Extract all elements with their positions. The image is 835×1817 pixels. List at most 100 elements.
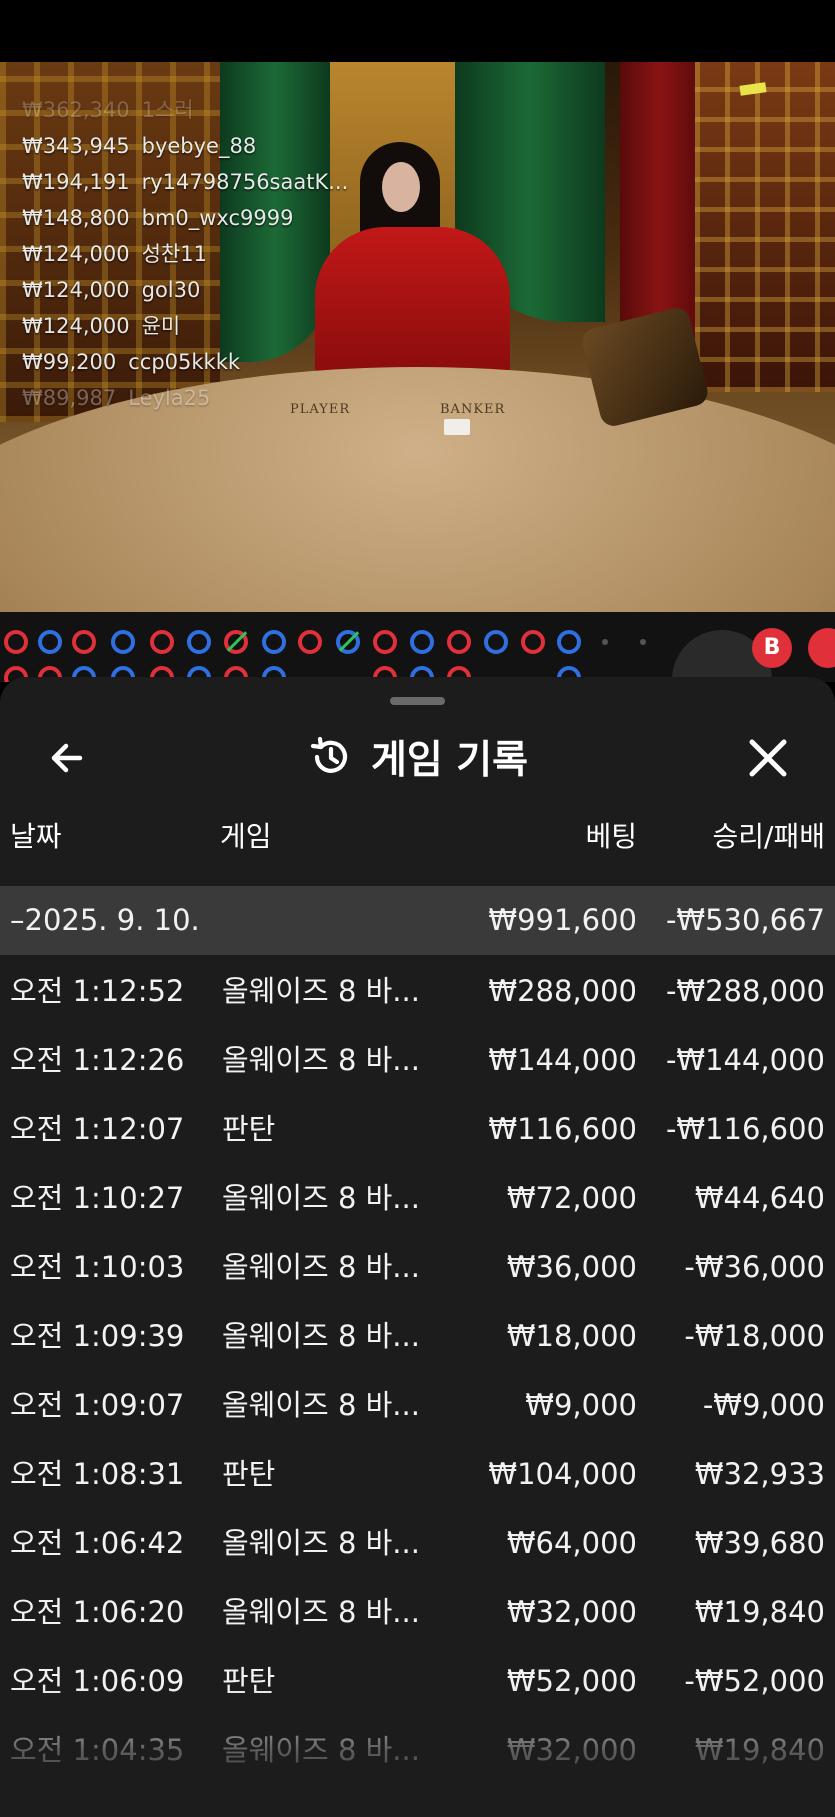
row-bet: ₩144,000: [488, 1043, 637, 1077]
row-result: ₩19,840: [694, 1733, 825, 1767]
column-header-result[interactable]: 승리/패배: [713, 815, 825, 855]
row-result: -₩9,000: [702, 1388, 825, 1422]
leaderboard-row: ₩362,340 1스러: [22, 92, 362, 128]
live-video: PLAYER BANKER ₩362,340 1스러 ₩343,945 byebye…: [0, 62, 835, 612]
leaderboard-row: ₩99,200 ccp05kkkk: [22, 344, 362, 380]
close-icon: [749, 739, 787, 777]
leaderboard-player: bm0_wxc9999: [141, 206, 294, 230]
bead-banker: [4, 630, 28, 654]
leaderboard-amount: ₩362,340: [22, 98, 130, 122]
row-time: 오전 1:04:35: [10, 1733, 185, 1767]
row-result: -₩36,000: [684, 1250, 825, 1284]
table-row[interactable]: 오전 1:09:07 올웨이즈 8 바... ₩9,000 -₩9,000: [0, 1371, 835, 1440]
row-game: 올웨이즈 8 바...: [222, 974, 420, 1008]
table-row[interactable]: 오전 1:09:39 올웨이즈 8 바... ₩18,000 -₩18,000: [0, 1302, 835, 1371]
date-summary-row[interactable]: –2025. 9. 10. ₩991,600 -₩530,667: [0, 886, 835, 955]
row-result: -₩144,000: [665, 1043, 825, 1077]
bead-player: [557, 630, 581, 654]
leaderboard-player: 성찬11: [141, 242, 207, 266]
history-icon: [310, 736, 348, 773]
table-row[interactable]: 오전 1:12:26 올웨이즈 8 바... ₩144,000 -₩144,00…: [0, 1026, 835, 1095]
leaderboard-amount: ₩124,000: [22, 314, 130, 338]
table-row[interactable]: 오전 1:08:31 판탄 ₩104,000 ₩32,933: [0, 1440, 835, 1509]
close-button[interactable]: [740, 730, 796, 786]
row-result: ₩32,933: [694, 1457, 825, 1491]
bead-player: [484, 630, 508, 654]
row-bet: ₩116,600: [488, 1112, 637, 1146]
row-bet: ₩32,000: [506, 1733, 637, 1767]
leaderboard-player: gol30: [141, 278, 201, 302]
row-time: 오전 1:06:09: [10, 1664, 185, 1698]
table-row[interactable]: 오전 1:10:03 올웨이즈 8 바... ₩36,000 -₩36,000: [0, 1233, 835, 1302]
row-bet: ₩32,000: [506, 1595, 637, 1629]
column-header-date[interactable]: 날짜: [10, 815, 62, 855]
row-result: ₩39,680: [694, 1526, 825, 1560]
bead-player: [38, 630, 62, 654]
bead-player: [187, 630, 211, 654]
row-bet: ₩104,000: [488, 1457, 637, 1491]
leaderboard-amount: ₩343,945: [22, 134, 130, 158]
row-bet: ₩9,000: [525, 1388, 637, 1422]
bead-player: [410, 630, 434, 654]
column-header-game[interactable]: 게임: [220, 815, 272, 855]
bead-banker: [298, 630, 322, 654]
lattice-panel-right: [695, 62, 835, 392]
leaderboard-amount: ₩124,000: [22, 242, 130, 266]
row-bet: ₩36,000: [506, 1250, 637, 1284]
row-time: 오전 1:08:31: [10, 1457, 185, 1491]
row-time: 오전 1:10:03: [10, 1250, 185, 1284]
summary-date: –2025. 9. 10.: [10, 903, 200, 937]
leaderboard-amount: ₩124,000: [22, 278, 130, 302]
leaderboard-amount: ₩89,987: [22, 386, 117, 410]
leaderboard-player: 1스러: [141, 98, 194, 122]
row-game: 판탄: [222, 1664, 276, 1698]
row-result: -₩116,600: [665, 1112, 825, 1146]
table-row[interactable]: 오전 1:06:09 판탄 ₩52,000 -₩52,000: [0, 1647, 835, 1716]
bead-player-tie: [336, 630, 360, 654]
row-result: -₩52,000: [684, 1664, 825, 1698]
leaderboard-player: ccp05kkkk: [128, 350, 241, 374]
row-bet: ₩72,000: [506, 1181, 637, 1215]
row-time: 오전 1:12:26: [10, 1043, 185, 1077]
table-label-banker: BANKER: [440, 402, 506, 417]
history-table: –2025. 9. 10. ₩991,600 -₩530,667 오전 1:12…: [0, 886, 835, 1785]
leaderboard-row: ₩89,987 Leyla25: [22, 380, 362, 416]
leaderboard-amount: ₩194,191: [22, 170, 130, 194]
table-row[interactable]: 오전 1:04:35 올웨이즈 8 바... ₩32,000 ₩19,840: [0, 1716, 835, 1785]
banker-prediction-badge[interactable]: B: [752, 628, 792, 668]
bead-banker-tie: [224, 630, 248, 654]
table-row[interactable]: 오전 1:12:52 올웨이즈 8 바... ₩288,000 -₩288,00…: [0, 957, 835, 1026]
table-row[interactable]: 오전 1:06:42 올웨이즈 8 바... ₩64,000 ₩39,680: [0, 1509, 835, 1578]
leaderboard-player: 윤미: [141, 314, 181, 338]
row-time: 오전 1:06:42: [10, 1526, 185, 1560]
row-result: ₩44,640: [694, 1181, 825, 1215]
sheet-drag-handle[interactable]: [390, 697, 445, 705]
summary-bet: ₩991,600: [488, 903, 637, 937]
row-game: 올웨이즈 8 바...: [222, 1250, 420, 1284]
row-game: 올웨이즈 8 바...: [222, 1595, 420, 1629]
dealer-face: [382, 162, 420, 212]
row-game: 판탄: [222, 1457, 276, 1491]
row-game: 올웨이즈 8 바...: [222, 1388, 420, 1422]
table-row[interactable]: 오전 1:06:20 올웨이즈 8 바... ₩32,000 ₩19,840: [0, 1578, 835, 1647]
row-result: -₩288,000: [665, 974, 825, 1008]
leaderboard-row: ₩343,945 byebye_88: [22, 128, 362, 164]
row-game: 올웨이즈 8 바...: [222, 1526, 420, 1560]
row-bet: ₩52,000: [506, 1664, 637, 1698]
leaderboard-row: ₩148,800 bm0_wxc9999: [22, 200, 362, 236]
bead-banker: [447, 630, 471, 654]
column-header-bet[interactable]: 베팅: [585, 815, 637, 855]
leaderboard-amount: ₩99,200: [22, 350, 117, 374]
bead-empty: [640, 639, 646, 645]
bead-banker: [150, 630, 174, 654]
table-row[interactable]: 오전 1:12:07 판탄 ₩116,600 -₩116,600: [0, 1095, 835, 1164]
row-time: 오전 1:09:39: [10, 1319, 185, 1353]
leaderboard-player: byebye_88: [141, 134, 257, 158]
row-result: ₩19,840: [694, 1595, 825, 1629]
row-time: 오전 1:12:52: [10, 974, 185, 1008]
row-time: 오전 1:12:07: [10, 1112, 185, 1146]
table-row[interactable]: 오전 1:10:27 올웨이즈 8 바... ₩72,000 ₩44,640: [0, 1164, 835, 1233]
table-card: [444, 419, 470, 435]
leaderboard-row: ₩124,000 윤미: [22, 308, 362, 344]
row-bet: ₩64,000: [506, 1526, 637, 1560]
